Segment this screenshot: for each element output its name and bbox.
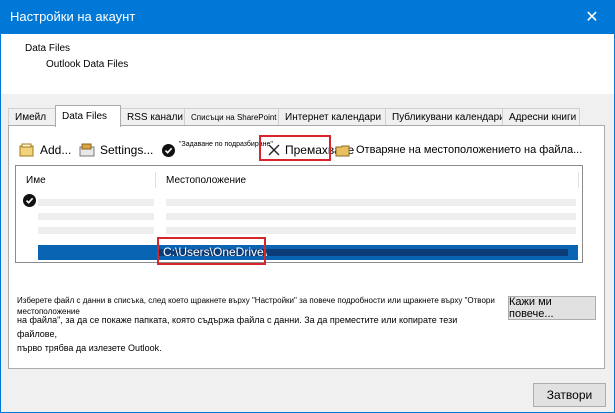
dialog-header: Data Files Outlook Data Files (1, 34, 614, 94)
tab-rss-feeds[interactable]: RSS канали (120, 108, 185, 126)
tab-email[interactable]: Имейл (8, 108, 56, 126)
tell-me-more-button[interactable]: Кажи ми повече... (508, 296, 596, 320)
settings-button[interactable]: Settings... (78, 140, 153, 160)
section-subtitle: Outlook Data Files (46, 59, 129, 70)
tab-address-books[interactable]: Адресни книги (502, 108, 580, 126)
close-button[interactable]: Затвори (533, 383, 606, 407)
data-files-list[interactable]: Име Местоположение C:\Users\OneDrive\ (15, 165, 583, 263)
info-line: първо трябва да излезете Outlook. (17, 343, 162, 353)
column-header-location[interactable]: Местоположение (166, 166, 246, 188)
tab-sharepoint-lists[interactable]: Списъци на SharePoint (184, 108, 279, 126)
add-data-file-icon (18, 142, 36, 158)
column-separator (578, 172, 579, 188)
settings-icon (78, 142, 96, 158)
list-item[interactable] (166, 199, 576, 206)
list-item[interactable] (166, 213, 576, 220)
tab-published-calendars[interactable]: Публикувани календари (385, 108, 505, 126)
column-separator (155, 172, 156, 188)
list-item[interactable] (38, 227, 154, 234)
add-button[interactable]: Add... (18, 140, 71, 160)
folder-icon (334, 142, 352, 158)
open-location-label: Отваряне на местоположението на файла... (356, 144, 583, 156)
title-bar: Настройки на акаунт ✕ (0, 0, 615, 34)
selected-list-item[interactable]: C:\Users\OneDrive\ (38, 245, 578, 260)
remove-highlight-box (259, 135, 331, 161)
settings-label: Settings... (100, 143, 154, 157)
check-icon (162, 143, 175, 157)
column-header-name[interactable]: Име (26, 166, 46, 188)
tab-internet-calendars[interactable]: Интернет календари (278, 108, 386, 126)
default-file-check-icon (23, 194, 36, 207)
list-item[interactable] (38, 213, 154, 220)
list-item[interactable] (166, 227, 576, 234)
list-item[interactable] (38, 199, 154, 206)
open-file-location-button[interactable]: Отваряне на местоположението на файла... (334, 140, 582, 160)
info-line: на файла", за да се покаже папката, коят… (17, 315, 458, 339)
add-label: Add... (40, 143, 72, 157)
path-highlight-box (157, 237, 266, 265)
info-text-2: на файла", за да се покаже папката, коят… (17, 313, 497, 355)
close-window-icon[interactable]: ✕ (569, 0, 615, 34)
window-title: Настройки на акаунт (10, 9, 136, 24)
tab-data-files[interactable]: Data Files (55, 105, 121, 127)
section-title: Data Files (25, 43, 71, 54)
set-default-button[interactable]: "Задаване по подразбиране" (162, 140, 273, 160)
